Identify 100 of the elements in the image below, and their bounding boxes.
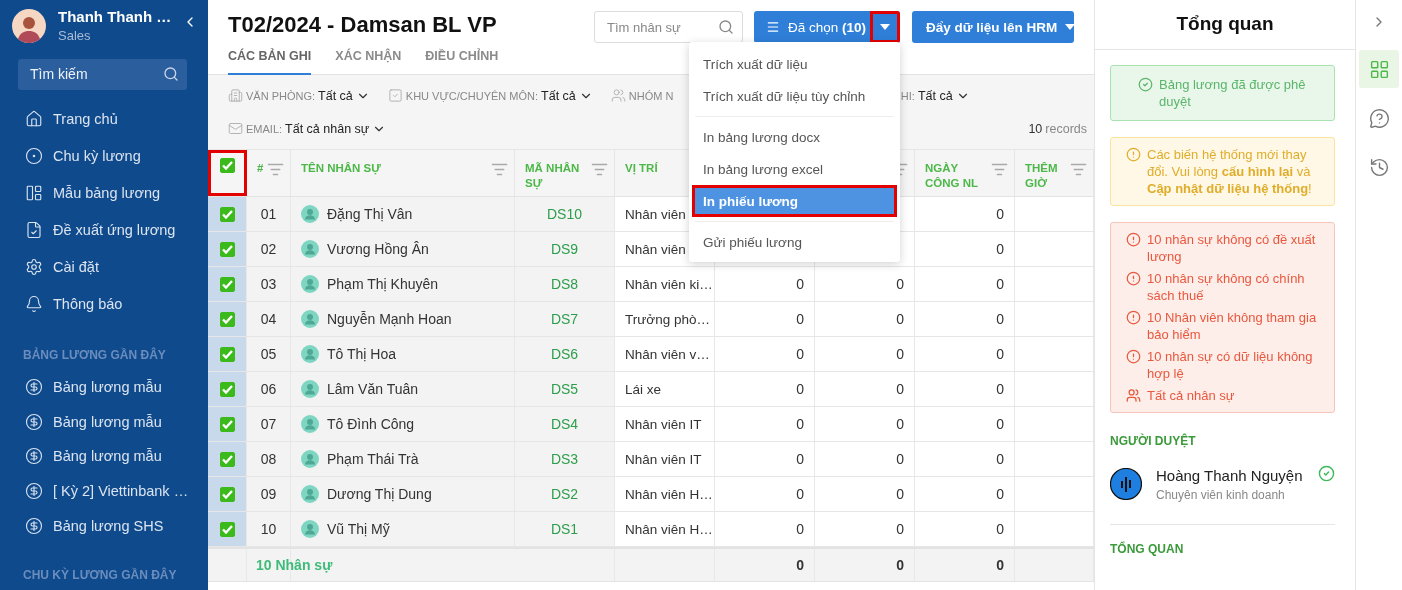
employee-name: Vũ Thị Mỹ	[327, 521, 390, 537]
row-number: 06	[260, 381, 277, 397]
value-cell: 0	[796, 416, 804, 432]
value-cell: 0	[996, 381, 1004, 397]
total-value: 0	[996, 557, 1004, 573]
filter-value: Tất cả nhân sự	[285, 121, 370, 136]
panel-title: Tổng quan	[1095, 0, 1355, 50]
warning-text: 10 nhân sự không có đề xuất lương	[1147, 231, 1317, 265]
value-cell: 0	[896, 486, 904, 502]
notice-text: Các biến hệ thống mới thay đổi. Vui lòng cấu hình lại và Cập nhật dữ liệu hệ thống!	[1147, 146, 1313, 197]
warning-text: 10 nhân sự có dữ liệu không hợp lệ	[1147, 348, 1314, 382]
employee-code: DS2	[550, 486, 579, 502]
value-cell: 0	[996, 346, 1004, 362]
column-header: #	[257, 161, 264, 176]
employee-code: DS4	[550, 416, 579, 432]
column-header: MÃ NHÂN SỰ	[525, 161, 581, 191]
filter-label: HI:	[900, 89, 915, 102]
value-cell: 0	[996, 451, 1004, 467]
position-cell: Nhân viên ki…	[625, 276, 713, 292]
value-cell: 0	[896, 381, 904, 397]
value-cell: 0	[796, 311, 804, 327]
position-cell: Nhân viên IT	[625, 451, 702, 467]
row-number: 07	[260, 416, 277, 432]
employee-code: DS3	[550, 451, 579, 467]
notice-text: Bảng lương đã được phê duyệt	[1159, 76, 1307, 110]
filter-label: VĂN PHÒNG:	[246, 89, 316, 102]
value-cell: 0	[796, 451, 804, 467]
employee-name: Vương Hồng Ân	[327, 241, 429, 257]
value-cell: 0	[996, 311, 1004, 327]
position-cell: Lái xe	[625, 381, 662, 397]
value-cell: 0	[996, 416, 1004, 432]
page-title: T02/2024 - Damsan BL VP	[228, 11, 497, 39]
column-header: THÊM GIỜ	[1025, 161, 1059, 191]
row-number: 01	[260, 206, 277, 222]
position-cell: Nhân viên H…	[625, 521, 713, 537]
warning-text: 10 nhân sự không có chính sách thuế	[1147, 270, 1306, 304]
value-cell: 0	[996, 521, 1004, 537]
value-cell: 0	[896, 521, 904, 537]
total-value: 0	[796, 557, 804, 573]
row-number: 08	[260, 451, 277, 467]
records-label: records	[1045, 121, 1087, 136]
value-cell: 0	[796, 521, 804, 537]
employee-code: DS5	[550, 381, 579, 397]
value-cell: 0	[896, 451, 904, 467]
section-heading: CHU KỲ LƯƠNG GẦN ĐÂY	[22, 566, 178, 585]
employee-code: DS6	[550, 346, 579, 362]
employee-name: Phạm Thái Trà	[327, 451, 419, 467]
section-heading: NGƯỜI DUYỆT	[1110, 434, 1197, 448]
value-cell: 0	[996, 206, 1004, 222]
employee-code: DS1	[550, 521, 579, 537]
position-cell: Nhân viên	[625, 206, 686, 222]
employee-name: Nguyễn Mạnh Hoan	[327, 311, 452, 327]
row-number: 05	[260, 346, 277, 362]
value-cell: 0	[896, 311, 904, 327]
section-heading: BẢNG LƯƠNG GẦN ĐÂY	[22, 346, 167, 364]
employee-name: Tô Đình Công	[327, 416, 415, 432]
total-value: 0	[896, 557, 904, 573]
position-cell: Nhân viên	[625, 241, 686, 257]
employee-code: DS7	[550, 311, 579, 327]
filter-value: Tất cả	[917, 88, 953, 103]
value-cell: 0	[896, 416, 904, 432]
filter-label: EMAIL:	[246, 122, 283, 135]
section-heading: TỔNG QUAN	[1110, 542, 1185, 556]
employee-name: Lâm Văn Tuân	[327, 381, 419, 397]
row-number: 09	[260, 486, 277, 502]
value-cell: 0	[796, 346, 804, 362]
employee-name: Đặng Thị Vân	[327, 206, 413, 222]
row-number: 04	[260, 311, 277, 327]
value-cell: 0	[796, 486, 804, 502]
filter-value: Tất cả	[318, 88, 353, 103]
row-number: 02	[260, 241, 277, 257]
position-cell: Nhân viên IT	[625, 416, 702, 432]
value-cell: 0	[796, 276, 804, 292]
value-cell: 0	[896, 276, 904, 292]
column-header: TÊN NHÂN SỰ	[301, 161, 382, 176]
employee-code: DS9	[550, 241, 579, 257]
user-name: Thanh Thanh …	[58, 8, 170, 26]
filter-value: Tất cả	[541, 88, 576, 103]
employee-name: Phạm Thị Khuyên	[327, 276, 439, 292]
position-cell: Trưởng phò…	[625, 311, 710, 327]
column-header: NGÀY CÔNG NL	[925, 161, 980, 191]
approver-role: Chuyên viên kinh doanh	[1156, 487, 1286, 502]
employee-name: Tô Thị Hoa	[327, 346, 396, 362]
value-cell: 0	[996, 276, 1004, 292]
value-cell: 0	[796, 381, 804, 397]
employee-code: DS10	[547, 206, 582, 222]
approver-name: Hoàng Thanh Nguyện	[1156, 466, 1304, 484]
employee-code: DS8	[550, 276, 579, 292]
value-cell: 0	[896, 346, 904, 362]
value-cell: 0	[996, 486, 1004, 502]
filter-label: NHÓM N	[628, 89, 674, 102]
row-number: 10	[260, 521, 277, 537]
user-role: Sales	[58, 28, 92, 44]
employee-name: Dương Thị Dung	[327, 486, 432, 502]
warning-text: 10 Nhân viên không tham gia bảo hiểm	[1147, 309, 1318, 343]
filter-label: KHU VỰC/CHUYÊN MÔN:	[405, 89, 539, 102]
row-number: 03	[260, 276, 277, 292]
position-cell: Nhân viên H…	[625, 486, 713, 502]
records-count: 10	[1028, 121, 1043, 136]
value-cell: 0	[996, 241, 1004, 257]
